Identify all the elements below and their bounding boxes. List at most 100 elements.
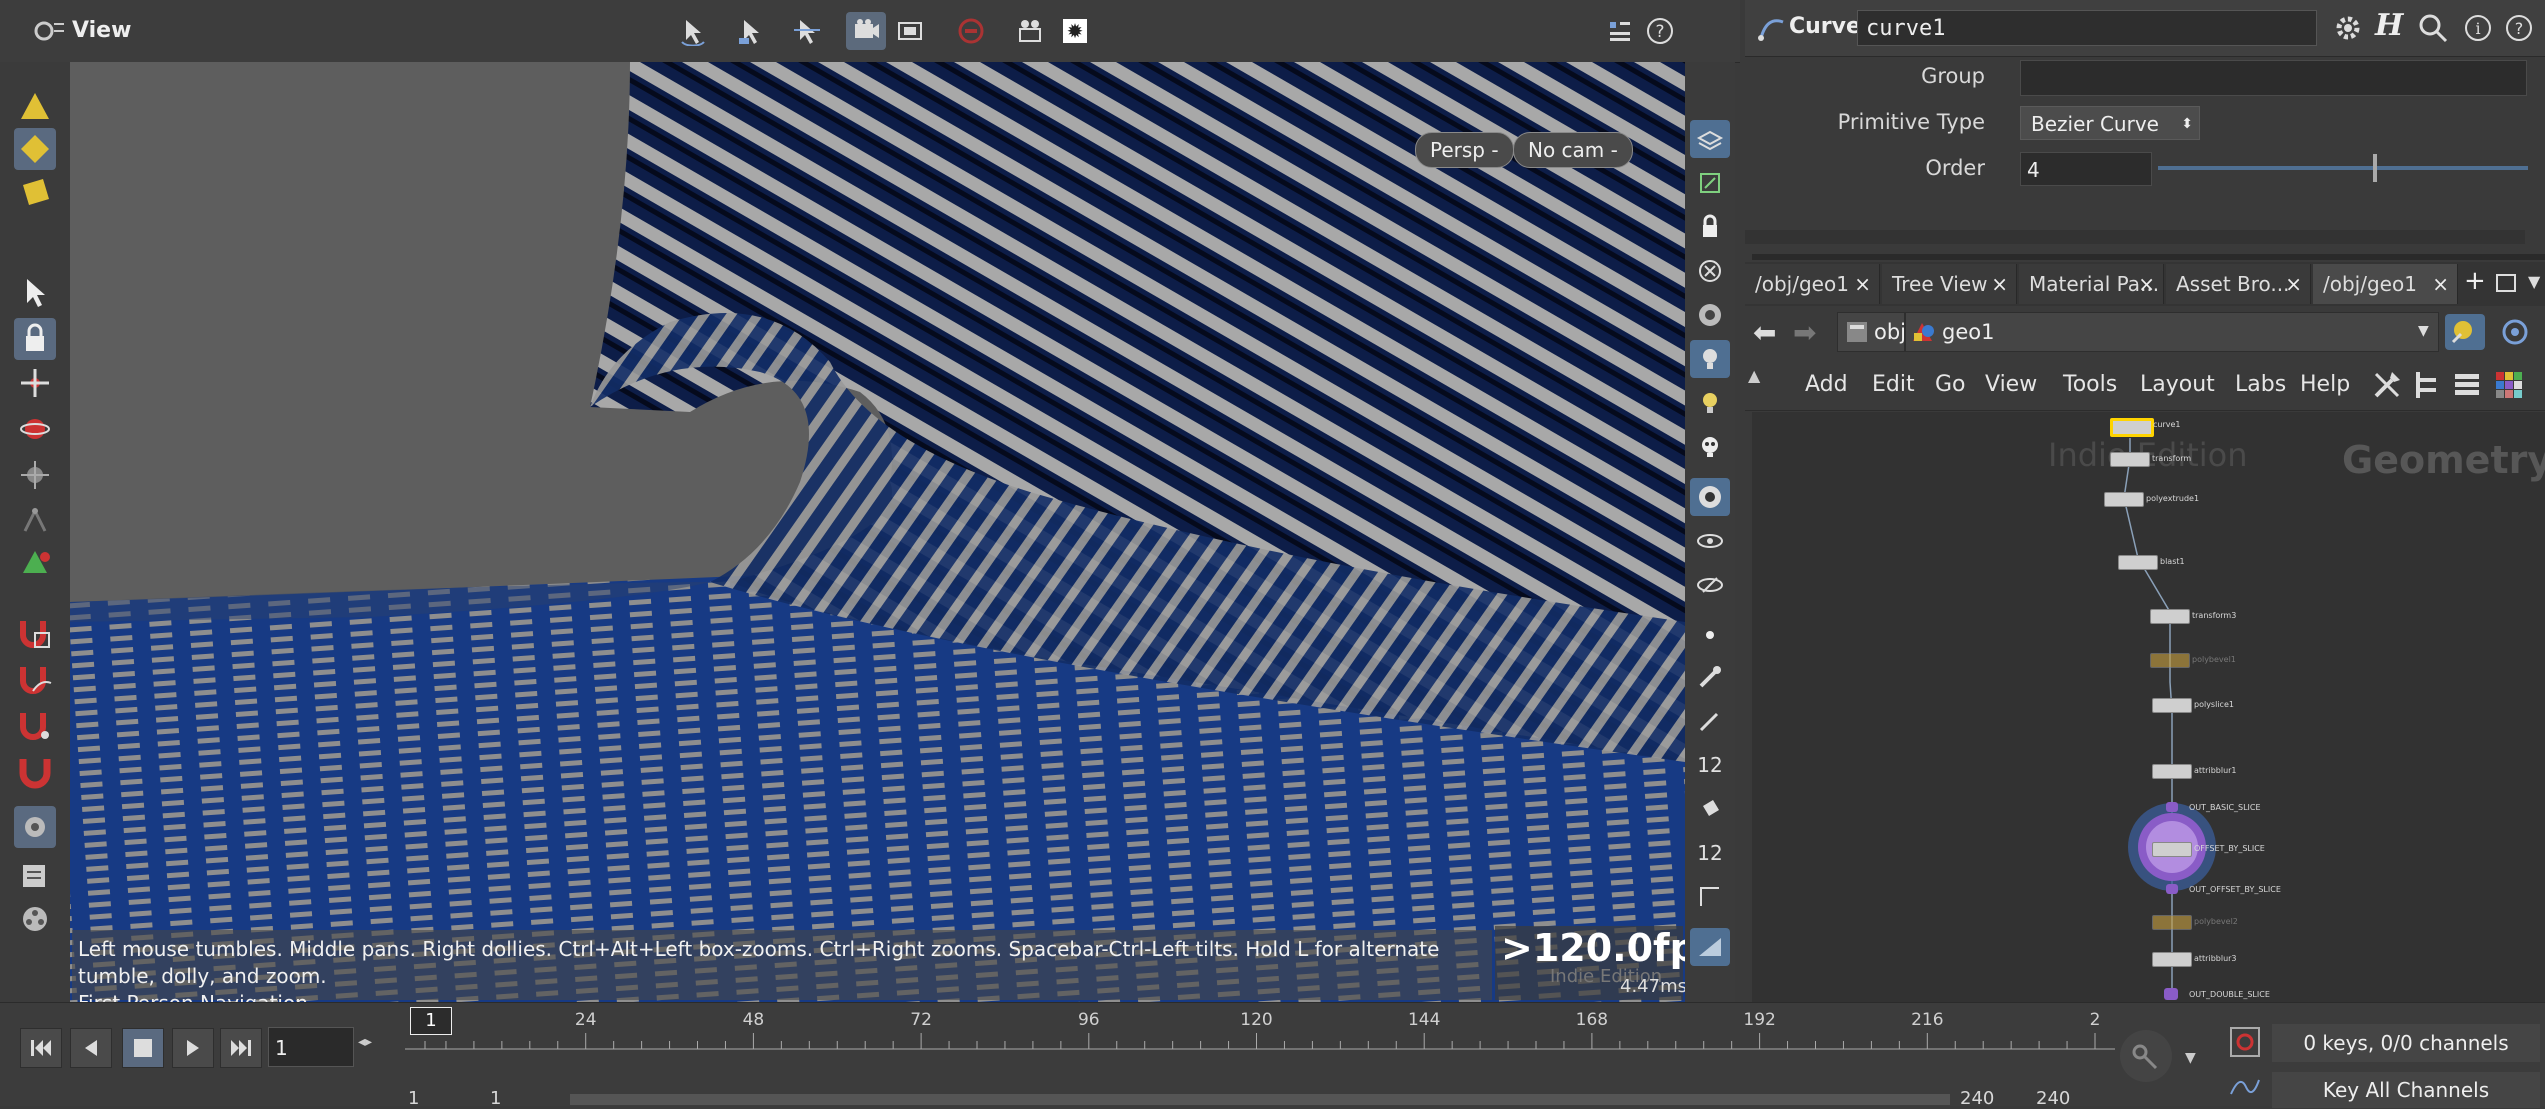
current-frame-field[interactable]: 1 — [268, 1027, 354, 1067]
breadcrumb-obj[interactable]: obj — [1874, 320, 1906, 344]
menu-add[interactable]: Add — [1805, 372, 1848, 397]
group-field[interactable] — [2020, 60, 2527, 96]
pose-tool-icon[interactable] — [14, 500, 56, 542]
gear-icon[interactable] — [2332, 12, 2364, 48]
secure-select-icon[interactable] — [731, 12, 771, 50]
tab-tree-view[interactable]: Tree View × — [1882, 264, 2017, 304]
node-attribblur3[interactable] — [2152, 952, 2192, 967]
node-transform3[interactable] — [2150, 609, 2190, 624]
view-display-icon[interactable] — [14, 806, 56, 848]
paint-bucket-icon[interactable] — [1690, 790, 1730, 828]
palette-icon[interactable] — [2492, 368, 2526, 406]
shading-mode-icon[interactable] — [1690, 478, 1730, 516]
menu-edit[interactable]: Edit — [1872, 372, 1915, 397]
menu-labs[interactable]: Labs — [2235, 372, 2286, 397]
stop-icon[interactable] — [122, 1028, 164, 1068]
magnet-grid-icon[interactable] — [14, 612, 56, 654]
node-polyslice1[interactable] — [2152, 698, 2192, 713]
tab-obj-geo1-active[interactable]: /obj/geo1 × — [2313, 264, 2458, 304]
persp-menu-button[interactable]: Persp - — [1415, 132, 1514, 168]
scene-viewport[interactable]: Persp - No cam - — [70, 62, 1685, 1002]
channel-list-icon[interactable] — [2228, 1025, 2262, 1059]
node-polybevel2[interactable] — [2152, 915, 2192, 930]
animation-curve-icon[interactable] — [2228, 1072, 2262, 1102]
search-icon[interactable] — [2417, 12, 2449, 48]
node-out-offset-by-slice[interactable] — [2166, 884, 2178, 894]
timeline-ruler[interactable]: 24 48 72 96 120 144 168 192 216 2 — [405, 1003, 2115, 1073]
display-ghost-icon[interactable] — [1690, 120, 1730, 158]
visibility-icon[interactable] — [1690, 566, 1730, 604]
point-display-icon[interactable] — [1690, 616, 1730, 654]
magnet-curve-icon[interactable] — [14, 658, 56, 700]
breadcrumb-geo1[interactable]: geo1 — [1942, 320, 1994, 344]
magnet-point-icon[interactable] — [14, 704, 56, 746]
info-icon[interactable]: i — [2462, 12, 2494, 48]
range-end[interactable]: 240 — [1960, 1088, 1994, 1109]
rotate-tool-icon[interactable] — [14, 408, 56, 450]
path-dropdown-icon[interactable]: ▼ — [2418, 323, 2429, 339]
handle-tool-icon[interactable] — [14, 542, 56, 584]
order-field[interactable]: 4 — [2020, 152, 2152, 186]
ambient-occlusion-icon[interactable] — [1690, 428, 1730, 466]
home-view-icon[interactable] — [1690, 296, 1730, 334]
create-object-icon[interactable] — [14, 86, 56, 128]
range-end-2[interactable]: 240 — [2036, 1088, 2070, 1109]
prim-number-label[interactable]: 12 — [1690, 834, 1730, 872]
pane-menu-icon[interactable]: ▼ — [2528, 272, 2540, 291]
scale-tool-icon[interactable] — [14, 454, 56, 496]
node-blast1[interactable] — [2118, 555, 2158, 570]
tools-icon[interactable] — [2370, 368, 2404, 406]
node-curve1[interactable] — [2110, 418, 2154, 437]
node-polyextrude1[interactable] — [2104, 492, 2144, 507]
param-horizontal-scrollbar[interactable] — [1745, 230, 2525, 244]
camera-view-icon[interactable] — [846, 12, 886, 50]
menu-view[interactable]: View — [1985, 372, 2037, 397]
select-points-icon[interactable] — [14, 128, 56, 170]
param-help-icon[interactable]: ? — [2503, 12, 2535, 48]
close-icon[interactable]: × — [2138, 264, 2155, 304]
jump-end-icon[interactable] — [220, 1028, 262, 1068]
jump-start-icon[interactable] — [20, 1028, 62, 1068]
menu-go[interactable]: Go — [1935, 372, 1966, 397]
flipbook-icon[interactable] — [14, 898, 56, 940]
node-transform[interactable] — [2110, 452, 2150, 467]
magnet-icon[interactable] — [14, 750, 56, 792]
pin-pane-icon[interactable] — [2445, 314, 2485, 350]
keys-channels-status[interactable]: 0 keys, 0/0 channels — [2272, 1024, 2540, 1062]
select-mode-icon[interactable] — [673, 12, 713, 50]
list-mode-icon[interactable] — [2450, 368, 2484, 406]
display-template-icon[interactable] — [1690, 164, 1730, 202]
lock-select-icon[interactable] — [14, 318, 56, 360]
lighting-icon[interactable] — [1690, 340, 1730, 378]
node-attribblur1[interactable] — [2152, 764, 2192, 779]
pen-icon[interactable] — [1690, 702, 1730, 740]
tab-asset-browser[interactable]: Asset Bro... × — [2166, 264, 2311, 304]
display-options-icon[interactable]: ✹ — [1055, 12, 1095, 50]
collapse-toolbar-icon[interactable]: ▲ — [1748, 366, 1760, 385]
tab-material-palette[interactable]: Material Pa... × — [2019, 264, 2164, 304]
help-icon[interactable]: ? — [1640, 12, 1680, 50]
headlight-icon[interactable] — [1690, 384, 1730, 422]
render-flipbook-icon[interactable] — [1010, 12, 1050, 50]
visualizer-icon[interactable] — [1690, 522, 1730, 560]
notes-icon[interactable] — [14, 856, 56, 898]
back-arrow-icon[interactable]: ⬅ — [1753, 316, 1776, 349]
network-editor[interactable]: Indie Edition Geometry curve1 transform … — [1752, 412, 2545, 1002]
range-start-2[interactable]: 1 — [490, 1088, 501, 1109]
background-display-icon[interactable] — [1690, 928, 1730, 966]
brush-icon[interactable] — [1690, 658, 1730, 696]
close-view-icon[interactable] — [1690, 252, 1730, 290]
step-frame-icon[interactable]: ◂▸ — [358, 1034, 372, 1050]
snapshot-icon[interactable] — [890, 12, 930, 50]
link-pane-icon[interactable] — [2495, 314, 2535, 350]
stop-render-icon[interactable] — [951, 12, 991, 50]
normals-icon[interactable] — [1690, 878, 1730, 916]
close-icon[interactable]: × — [2285, 264, 2302, 304]
order-slider-track[interactable] — [2158, 166, 2528, 170]
range-slider[interactable] — [570, 1094, 1950, 1105]
order-slider-handle[interactable] — [2372, 154, 2377, 182]
menu-tools[interactable]: Tools — [2063, 372, 2117, 397]
menu-help[interactable]: Help — [2300, 372, 2350, 397]
move-tool-icon[interactable] — [14, 362, 56, 404]
lock-camera-icon[interactable] — [1690, 208, 1730, 246]
